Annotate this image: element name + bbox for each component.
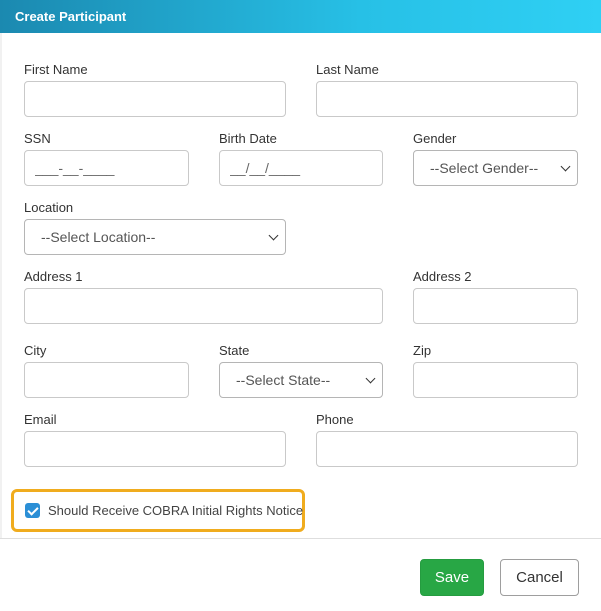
- dialog-edge: [0, 33, 2, 538]
- location-label: Location: [24, 200, 74, 215]
- dialog-title: Create Participant: [15, 9, 127, 24]
- address1-label: Address 1: [24, 269, 83, 284]
- address2-input[interactable]: [413, 288, 578, 324]
- zip-label: Zip: [413, 343, 432, 358]
- city-label: City: [24, 343, 47, 358]
- gender-selected-value: --Select Gender--: [430, 160, 539, 176]
- state-select[interactable]: --Select State--: [219, 362, 383, 398]
- cobra-checkbox-label[interactable]: Should Receive COBRA Initial Rights Noti…: [48, 503, 303, 518]
- location-select[interactable]: --Select Location--: [24, 219, 286, 255]
- phone-label: Phone: [316, 412, 354, 427]
- footer-divider: [0, 538, 601, 539]
- chevron-down-icon: [268, 230, 279, 241]
- birth-date-label: Birth Date: [219, 131, 277, 146]
- ssn-label: SSN: [24, 131, 51, 146]
- first-name-input[interactable]: [24, 81, 286, 117]
- save-button[interactable]: Save: [420, 559, 484, 596]
- chevron-down-icon: [560, 161, 571, 172]
- last-name-input[interactable]: [316, 81, 578, 117]
- zip-input[interactable]: [413, 362, 578, 398]
- birth-date-input[interactable]: [219, 150, 383, 186]
- first-name-label: First Name: [24, 62, 88, 77]
- gender-label: Gender: [413, 131, 457, 146]
- phone-input[interactable]: [316, 431, 578, 467]
- address2-label: Address 2: [413, 269, 472, 284]
- cancel-button[interactable]: Cancel: [500, 559, 579, 596]
- email-input[interactable]: [24, 431, 286, 467]
- state-selected-value: --Select State--: [236, 372, 331, 388]
- state-label: State: [219, 343, 250, 358]
- city-input[interactable]: [24, 362, 189, 398]
- last-name-label: Last Name: [316, 62, 379, 77]
- cobra-checkbox[interactable]: [25, 503, 40, 518]
- address1-input[interactable]: [24, 288, 383, 324]
- location-selected-value: --Select Location--: [41, 229, 156, 245]
- ssn-input[interactable]: [24, 150, 189, 186]
- email-label: Email: [24, 412, 57, 427]
- dialog-header: Create Participant: [0, 0, 601, 33]
- gender-select[interactable]: --Select Gender--: [413, 150, 578, 186]
- chevron-down-icon: [365, 373, 376, 384]
